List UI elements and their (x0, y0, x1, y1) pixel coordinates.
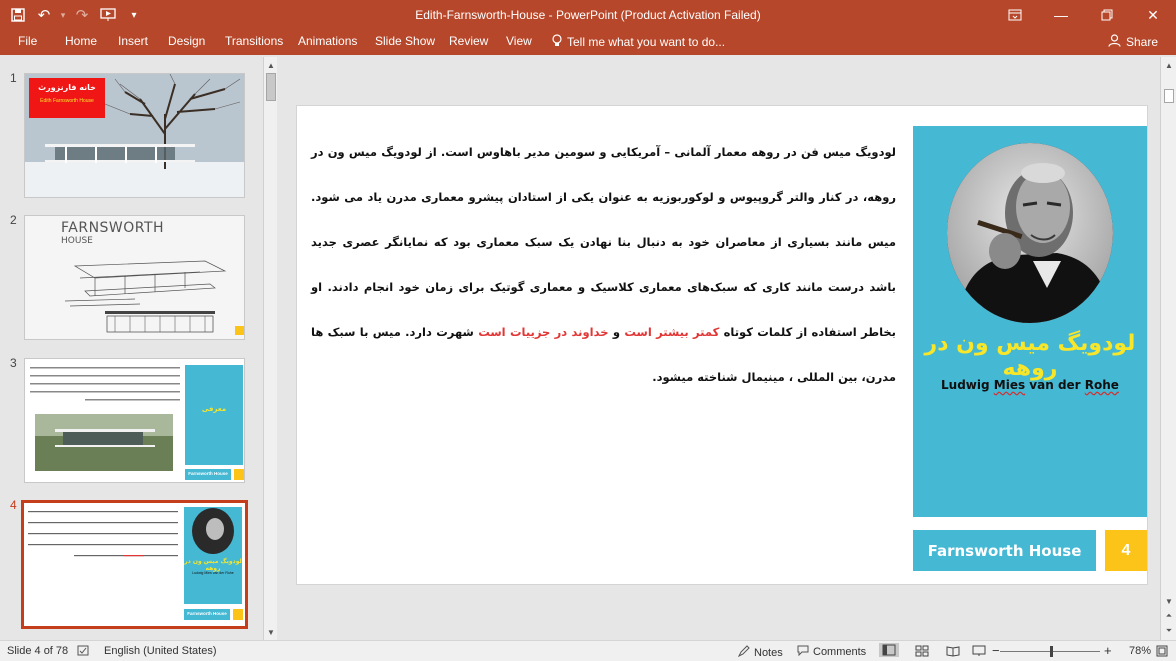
tell-me-search[interactable]: Tell me what you want to do... (552, 34, 725, 50)
normal-view-icon[interactable] (879, 643, 899, 657)
thumb-panel-title: معرفی (201, 405, 227, 413)
undo-icon[interactable]: ↶ (32, 3, 56, 27)
slide-page-number[interactable]: 4 (1105, 530, 1147, 571)
body-highlight-1: کمتر بیشتر است (624, 325, 720, 339)
portrait-panel: لودویگ میس ون در روهه Ludwig Mies van de… (913, 126, 1147, 517)
zoom-in-icon[interactable]: + (1104, 643, 1112, 658)
ribbon-tabs: File Home Insert Design Transitions Anim… (0, 30, 1176, 55)
thumb-footer: Farnsworth House (188, 471, 228, 476)
scroll-down-icon[interactable]: ▼ (1161, 594, 1176, 608)
thumbnail-scrollbar[interactable]: ▲ ▼ (263, 57, 277, 640)
previous-slide-icon[interactable]: ⏶ (1161, 609, 1176, 623)
tab-review[interactable]: Review (449, 34, 488, 48)
slide-footer[interactable]: Farnsworth House (913, 530, 1096, 571)
share-label: Share (1125, 35, 1158, 49)
window-controls: — ✕ (992, 0, 1176, 30)
portrait-photo (947, 143, 1113, 323)
body-text-1: لودویگ میس فن در روهه معمار آلمانی – آمر… (311, 145, 896, 339)
slide-number: 1 (10, 71, 17, 85)
slide-3-content (30, 365, 244, 480)
slide-thumbnail-2[interactable]: FARNSWORTH HOUSE (24, 215, 245, 340)
name-part-2: Mies (993, 378, 1026, 392)
scroll-up-icon[interactable]: ▲ (264, 58, 278, 72)
slide-number: 3 (10, 356, 17, 370)
close-icon[interactable]: ✕ (1130, 0, 1176, 30)
thumb-brand-top: FARNSWORTH (61, 220, 165, 236)
lightbulb-icon (552, 34, 562, 50)
slide-counter: Slide 4 of 78 (7, 645, 69, 657)
comments-label: Comments (813, 646, 867, 658)
slide-number: 2 (10, 213, 17, 227)
comment-icon (797, 645, 809, 659)
tab-home[interactable]: Home (65, 34, 97, 48)
reading-view-icon[interactable] (946, 645, 960, 657)
slide-thumbnail-4[interactable]: لودویگ میس ون در روهه Ludwig Mies van de… (21, 500, 248, 629)
slide-canvas[interactable]: لودویگ میس فن در روهه معمار آلمانی – آمر… (297, 106, 1147, 584)
comments-button[interactable]: Comments (797, 645, 866, 659)
slide-subheading[interactable]: Ludwig Mies van der Rohe (913, 378, 1147, 392)
tab-slide-show[interactable]: Slide Show (375, 34, 435, 48)
notes-label: Notes (754, 646, 783, 659)
slide-number: 4 (10, 498, 17, 512)
next-slide-icon[interactable]: ⏷ (1161, 624, 1176, 638)
slide-thumbnail-3[interactable]: معرفی Farnsworth House (24, 358, 245, 483)
scroll-down-icon[interactable]: ▼ (264, 625, 278, 639)
minimize-icon[interactable]: — (1038, 0, 1084, 30)
tell-me-label: Tell me what you want to do... (567, 35, 726, 49)
tab-animations[interactable]: Animations (298, 34, 357, 48)
scroll-up-icon[interactable]: ▲ (1161, 58, 1176, 72)
start-from-beginning-icon[interactable] (96, 3, 120, 27)
restore-icon[interactable] (1084, 0, 1130, 30)
customize-qat-icon[interactable]: ▾ (122, 3, 146, 27)
tab-insert[interactable]: Insert (118, 34, 148, 48)
language-indicator[interactable]: English (United States) (104, 645, 217, 657)
quick-access-toolbar: ↶ ▾ ↷ ▾ (6, 3, 146, 27)
tab-design[interactable]: Design (168, 34, 205, 48)
tab-file[interactable]: File (18, 34, 37, 48)
name-part-1: Ludwig (941, 378, 994, 392)
zoom-out-icon[interactable]: − (992, 643, 1000, 658)
fit-slide-icon[interactable] (1156, 645, 1168, 657)
redo-icon[interactable]: ↷ (70, 3, 94, 27)
scrollbar-thumb[interactable] (1164, 89, 1174, 103)
notes-icon (737, 645, 750, 660)
tab-view[interactable]: View (506, 34, 532, 48)
slideshow-view-icon[interactable] (972, 645, 986, 657)
tab-transitions[interactable]: Transitions (225, 34, 283, 48)
thumb-panel-title: لودویگ میس ون در روهه (184, 558, 242, 572)
slide-sorter-icon[interactable] (915, 645, 929, 657)
status-bar: Slide 4 of 78 English (United States) No… (0, 640, 1176, 661)
save-icon[interactable] (6, 3, 30, 27)
farnsworth-exterior-image (25, 74, 244, 197)
thumb-footer: Farnsworth House (187, 611, 227, 616)
editor-scrollbar[interactable]: ▲ ▼ ⏶ ⏷ (1160, 57, 1176, 640)
thumb-title: خانه فارنزورث (38, 83, 96, 92)
thumb-panel-sub: Ludwig Mies van der Rohe (192, 571, 234, 575)
name-part-3: van der (1025, 378, 1085, 392)
scrollbar-thumb[interactable] (266, 73, 276, 101)
person-icon (1108, 34, 1121, 50)
body-highlight-2: خداوند در جزییات است (478, 325, 609, 339)
spell-check-icon[interactable] (77, 645, 91, 657)
thumb-brand-bottom: HOUSE (61, 236, 93, 246)
zoom-level[interactable]: 78% (1129, 645, 1151, 657)
slide-thumbnail-pane: 1 خانه فارنزورث Edith Farnsworth House 2 (0, 57, 262, 640)
title-bar: ↶ ▾ ↷ ▾ Edith-Farnsworth-House - PowerPo… (0, 0, 1176, 30)
body-text-2: و (608, 325, 625, 339)
chevron-down-icon[interactable]: ▾ (58, 3, 68, 27)
slide-thumbnail-1[interactable]: خانه فارنزورث Edith Farnsworth House (24, 73, 245, 198)
ribbon-display-options-icon[interactable] (992, 0, 1038, 30)
zoom-slider-thumb[interactable] (1050, 646, 1053, 657)
share-button[interactable]: Share (1102, 32, 1164, 52)
thumb-subtitle: Edith Farnsworth House (40, 98, 94, 104)
slide-body-text[interactable]: لودویگ میس فن در روهه معمار آلمانی – آمر… (311, 130, 896, 400)
name-part-4: Rohe (1084, 378, 1119, 392)
slide-heading[interactable]: لودویگ میس ون در روهه (913, 331, 1147, 381)
notes-button[interactable]: Notes (737, 645, 783, 660)
